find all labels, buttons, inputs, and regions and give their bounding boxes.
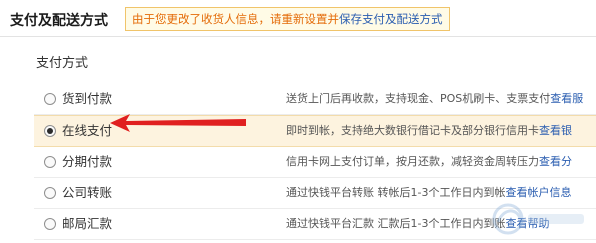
payment-option-cod[interactable]: 货到付款 送货上门后再收款，支持现金、POS机刷卡、支票支付查看服 — [34, 84, 596, 115]
radio-button[interactable] — [44, 156, 56, 168]
save-payment-delivery-link[interactable]: 保存支付及配送方式 — [339, 12, 443, 26]
payment-option-description: 信用卡网上支付订单，按月还款，减轻资金周转压力查看分 — [286, 147, 596, 177]
watermark-logo — [492, 203, 584, 235]
radio-button[interactable] — [44, 93, 56, 105]
payment-option-label: 公司转账 — [62, 185, 113, 200]
details-link[interactable]: 查看帐户信息 — [505, 186, 571, 199]
payment-option-installment[interactable]: 分期付款 信用卡网上支付订单，按月还款，减轻资金周转压力查看分 — [34, 147, 596, 178]
watermark-bar — [528, 214, 584, 224]
checkout-header: 支付及配送方式 由于您更改了收货人信息，请重新设置并保存支付及配送方式 — [0, 0, 596, 44]
header-divider — [0, 36, 596, 37]
details-link[interactable]: 查看银 — [539, 124, 572, 137]
payment-method-title: 支付方式 — [36, 56, 89, 71]
description-text: 信用卡网上支付订单，按月还款，减轻资金周转压力 — [286, 155, 539, 168]
section-heading: 支付及配送方式 — [10, 13, 108, 29]
description-text: 送货上门后再收款，支持现金、POS机刷卡、支票支付 — [286, 92, 551, 105]
details-link[interactable]: 查看服 — [550, 92, 583, 105]
radio-button[interactable] — [44, 218, 56, 230]
details-link[interactable]: 查看分 — [539, 155, 572, 168]
notice-banner: 由于您更改了收货人信息，请重新设置并保存支付及配送方式 — [125, 7, 450, 31]
radio-button-selected[interactable] — [44, 125, 56, 137]
description-text: 通过快钱平台汇款 汇款后1-3个工作日内到账 — [286, 217, 506, 230]
payment-option-label: 邮局汇款 — [62, 216, 113, 231]
description-text: 通过快钱平台转账 转帐后1-3个工作日内到帐 — [286, 186, 506, 199]
payment-option-label: 货到付款 — [62, 91, 113, 106]
payment-option-label: 在线支付 — [62, 123, 113, 138]
payment-option-description: 送货上门后再收款，支持现金、POS机刷卡、支票支付查看服 — [286, 84, 596, 114]
payment-option-description: 即时到帐，支持绝大数银行借记卡及部分银行信用卡查看银 — [286, 116, 596, 146]
arrow-head-icon — [110, 114, 246, 132]
red-arrow-annotation — [110, 114, 246, 132]
notice-text: 由于您更改了收货人信息，请重新设置并 — [132, 12, 339, 26]
payment-option-label: 分期付款 — [62, 154, 113, 169]
radio-button[interactable] — [44, 187, 56, 199]
watermark-swirl — [496, 209, 522, 223]
description-text: 即时到帐，支持绝大数银行借记卡及部分银行信用卡 — [286, 124, 539, 137]
